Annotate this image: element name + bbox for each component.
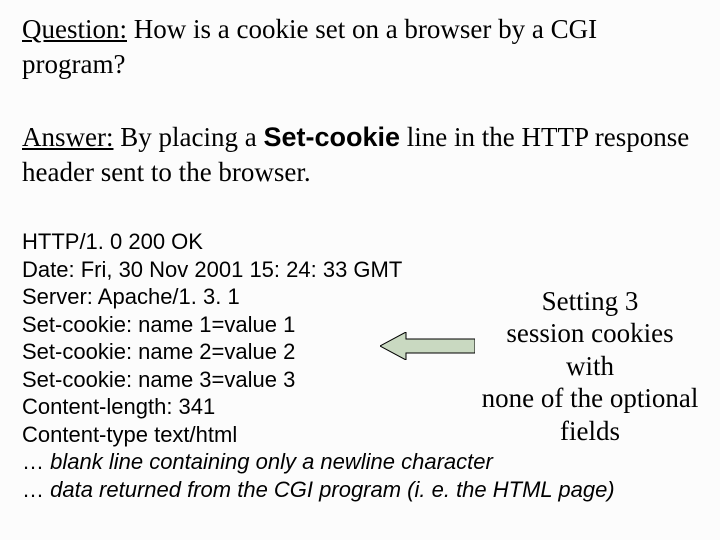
http-note1: blank line containing only a newline cha… [50,449,493,474]
answer-pre: By placing a [113,122,263,152]
answer-post1: line in the HTTP response [400,122,689,152]
question-text-line1: How is a cookie set on a browser by a CG… [127,14,597,44]
annotation-l2: session cookies with [506,318,673,380]
answer-post2: header sent to the browser. [22,157,311,187]
http-note-line: … data returned from the CGI program (i.… [22,476,615,504]
annotation-l4: fields [560,416,620,446]
ellipsis: … [22,477,50,502]
http-note2: data returned from the CGI program (i. e… [50,477,615,502]
http-line: HTTP/1. 0 200 OK [22,228,615,256]
answer-block: Answer: By placing a Set-cookie line in … [22,120,689,190]
question-label: Question: [22,14,127,44]
annotation-text: Setting 3 session cookies with none of t… [480,285,700,447]
annotation-l3: none of the optional [482,383,699,413]
question-text-line2: program? [22,49,125,79]
set-cookie-term: Set-cookie [263,122,400,152]
http-line: Date: Fri, 30 Nov 2001 15: 24: 33 GMT [22,256,615,284]
answer-label: Answer: [22,122,113,152]
left-arrow-icon [380,332,475,360]
question-block: Question: How is a cookie set on a brows… [22,12,597,82]
http-note-line: … blank line containing only a newline c… [22,448,615,476]
ellipsis: … [22,449,50,474]
annotation-l1: Setting 3 [542,286,639,316]
